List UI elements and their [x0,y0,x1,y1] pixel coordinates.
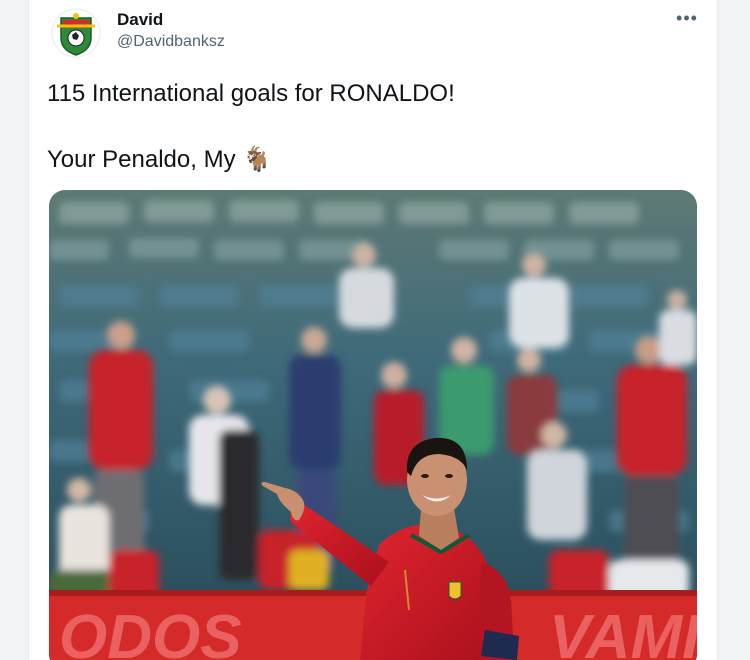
author-name[interactable]: David [117,10,163,30]
banner-text-left: ODOS [59,603,242,660]
tweet-text-line-1: 115 International goals for RONALDO! [47,80,455,107]
tweet-card: David @Davidbanksz ••• 115 International… [28,0,718,660]
more-options-icon[interactable]: ••• [675,6,699,30]
avatar[interactable] [51,8,101,58]
author-handle[interactable]: @Davidbanksz [117,33,225,51]
tweet-photo[interactable]: ODOS VAMI [49,190,697,660]
banner-text-right: VAMI [549,603,697,660]
soccer-club-crest-icon [51,8,101,58]
tweet-text-prefix: Your Penaldo, My [47,146,236,173]
tweet-text-line-2: Your Penaldo, My 🐐 [47,145,272,174]
goat-emoji-icon: 🐐 [242,146,273,173]
photo-ronaldo-pointing: ODOS VAMI [49,190,697,660]
